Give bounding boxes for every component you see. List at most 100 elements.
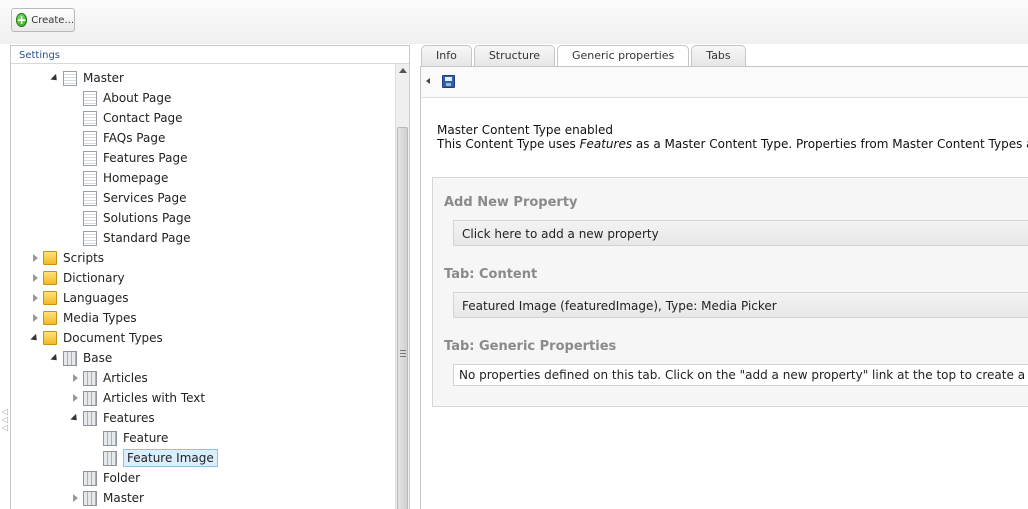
generic-properties-panel: Master Content Type enabled This Content… (420, 66, 1028, 509)
template-page-icon (83, 110, 97, 126)
template-page-icon (83, 130, 97, 146)
tree-item-label: Master (103, 491, 144, 505)
tree-item[interactable]: Dictionary (29, 268, 125, 288)
tree-scrollbar[interactable] (395, 64, 409, 509)
tree-item-label: Base (83, 351, 113, 365)
tree-item[interactable]: Services Page (69, 188, 186, 208)
tree-item[interactable]: About Page (69, 88, 171, 108)
expand-arrow-icon[interactable] (69, 488, 81, 508)
expand-arrow-icon[interactable] (29, 308, 41, 328)
expand-arrow-icon[interactable] (69, 388, 81, 408)
tree-item[interactable]: Homepage (69, 168, 168, 188)
tree-item-label: Feature Image (123, 449, 218, 467)
expand-arrow-icon[interactable] (29, 268, 41, 288)
template-page-icon (83, 170, 97, 186)
tree-item[interactable]: Master (49, 68, 124, 88)
scroll-grip-icon (400, 350, 406, 357)
tab-generic-properties-heading: Tab: Generic Properties (444, 339, 617, 354)
tree-item[interactable]: FAQs Page (69, 128, 165, 148)
tree-item-label: FAQs Page (103, 131, 166, 145)
folder-icon (43, 311, 57, 325)
tree-item[interactable]: Articles (69, 368, 148, 388)
document-type-icon (83, 490, 97, 506)
tree-item-label: Media Types (63, 311, 137, 325)
tree-item-label: Articles with Text (103, 391, 206, 405)
tree-item-label: Articles (103, 371, 148, 385)
tree-item-label: Solutions Page (103, 211, 192, 225)
scrollbar-thumb[interactable] (397, 127, 408, 509)
chevron-left-icon[interactable] (426, 78, 430, 84)
create-button-label: Create... (31, 14, 74, 26)
settings-panel-header: Settings (11, 46, 409, 64)
property-featured-image[interactable]: Featured Image (featuredImage), Type: Me… (453, 292, 1028, 318)
tree-item[interactable]: Feature (89, 428, 168, 448)
tree-item-label: Features Page (103, 151, 188, 165)
expand-arrow-icon[interactable] (29, 288, 41, 308)
master-notice-title: Master Content Type enabled (437, 123, 614, 137)
settings-tree: TemplatesMasterAbout PageContact PageFAQ… (11, 46, 396, 509)
document-type-icon (103, 450, 117, 466)
document-type-icon (83, 390, 97, 406)
collapse-arrow-icon[interactable] (49, 68, 61, 88)
collapse-arrow-icon[interactable] (49, 348, 61, 368)
content-tabs: Info Structure Generic properties Tabs (421, 45, 748, 67)
add-new-property-link[interactable]: Click here to add a new property (453, 220, 1028, 246)
tree-item[interactable]: Media Types (29, 308, 137, 328)
expand-arrow-icon[interactable] (29, 248, 41, 268)
tab-structure[interactable]: Structure (473, 45, 555, 66)
tree-item[interactable]: Features Page (69, 148, 187, 168)
save-disk-icon[interactable] (442, 75, 455, 88)
tree-item[interactable]: Articles with Text (69, 388, 205, 408)
tab-content-heading: Tab: Content (444, 267, 538, 282)
tree-item-label: About Page (103, 91, 172, 105)
template-page-icon (83, 150, 97, 166)
tree-item[interactable]: Languages (29, 288, 128, 308)
tree-item-label: Standard Page (103, 231, 191, 245)
tree-item[interactable]: Standard Page (69, 228, 190, 248)
collapse-arrow-icon[interactable] (29, 328, 41, 348)
tree-item-label: Homepage (103, 171, 169, 185)
collapse-arrow-icon[interactable] (69, 408, 81, 428)
template-page-icon (83, 90, 97, 106)
folder-icon (43, 271, 57, 285)
tree-item-label: Folder (103, 471, 141, 485)
template-page-icon (83, 230, 97, 246)
tree-item[interactable]: Document Types (29, 328, 163, 348)
tree-item[interactable]: Folder (69, 468, 140, 488)
template-page-icon (83, 190, 97, 206)
folder-icon (43, 251, 57, 265)
tree-item[interactable]: Master (69, 488, 144, 508)
template-page-icon (63, 70, 77, 86)
tree-item-label: Contact Page (103, 111, 183, 125)
document-type-icon (83, 410, 97, 426)
tab-tabs[interactable]: Tabs (691, 45, 746, 66)
tree-item[interactable]: Feature Image (89, 448, 218, 468)
tab-info[interactable]: Info (421, 45, 472, 66)
scroll-up-arrow-icon[interactable] (399, 68, 407, 73)
tree-item[interactable]: Solutions Page (69, 208, 191, 228)
settings-tree-panel: TemplatesMasterAbout PageContact PageFAQ… (10, 45, 410, 509)
tree-item[interactable]: Base (49, 348, 112, 368)
tree-item-label: Dictionary (63, 271, 125, 285)
plus-circle-icon: + (16, 13, 28, 27)
master-notice-description: This Content Type uses Features as a Mas… (437, 137, 1028, 151)
tree-item-label: Feature (123, 431, 169, 445)
panel-splitter-handle[interactable]: ◁ ◁ ◁ (2, 408, 8, 432)
folder-icon (43, 291, 57, 305)
tree-item[interactable]: Features (69, 408, 155, 428)
tab-generic-properties[interactable]: Generic properties (557, 45, 690, 67)
document-type-icon (83, 470, 97, 486)
tree-item-label: Master (83, 71, 124, 85)
expand-arrow-icon[interactable] (69, 368, 81, 388)
tree-item[interactable]: Scripts (29, 248, 104, 268)
create-button[interactable]: + Create... (11, 8, 75, 32)
document-type-icon (63, 350, 77, 366)
tree-item[interactable]: Contact Page (69, 108, 183, 128)
